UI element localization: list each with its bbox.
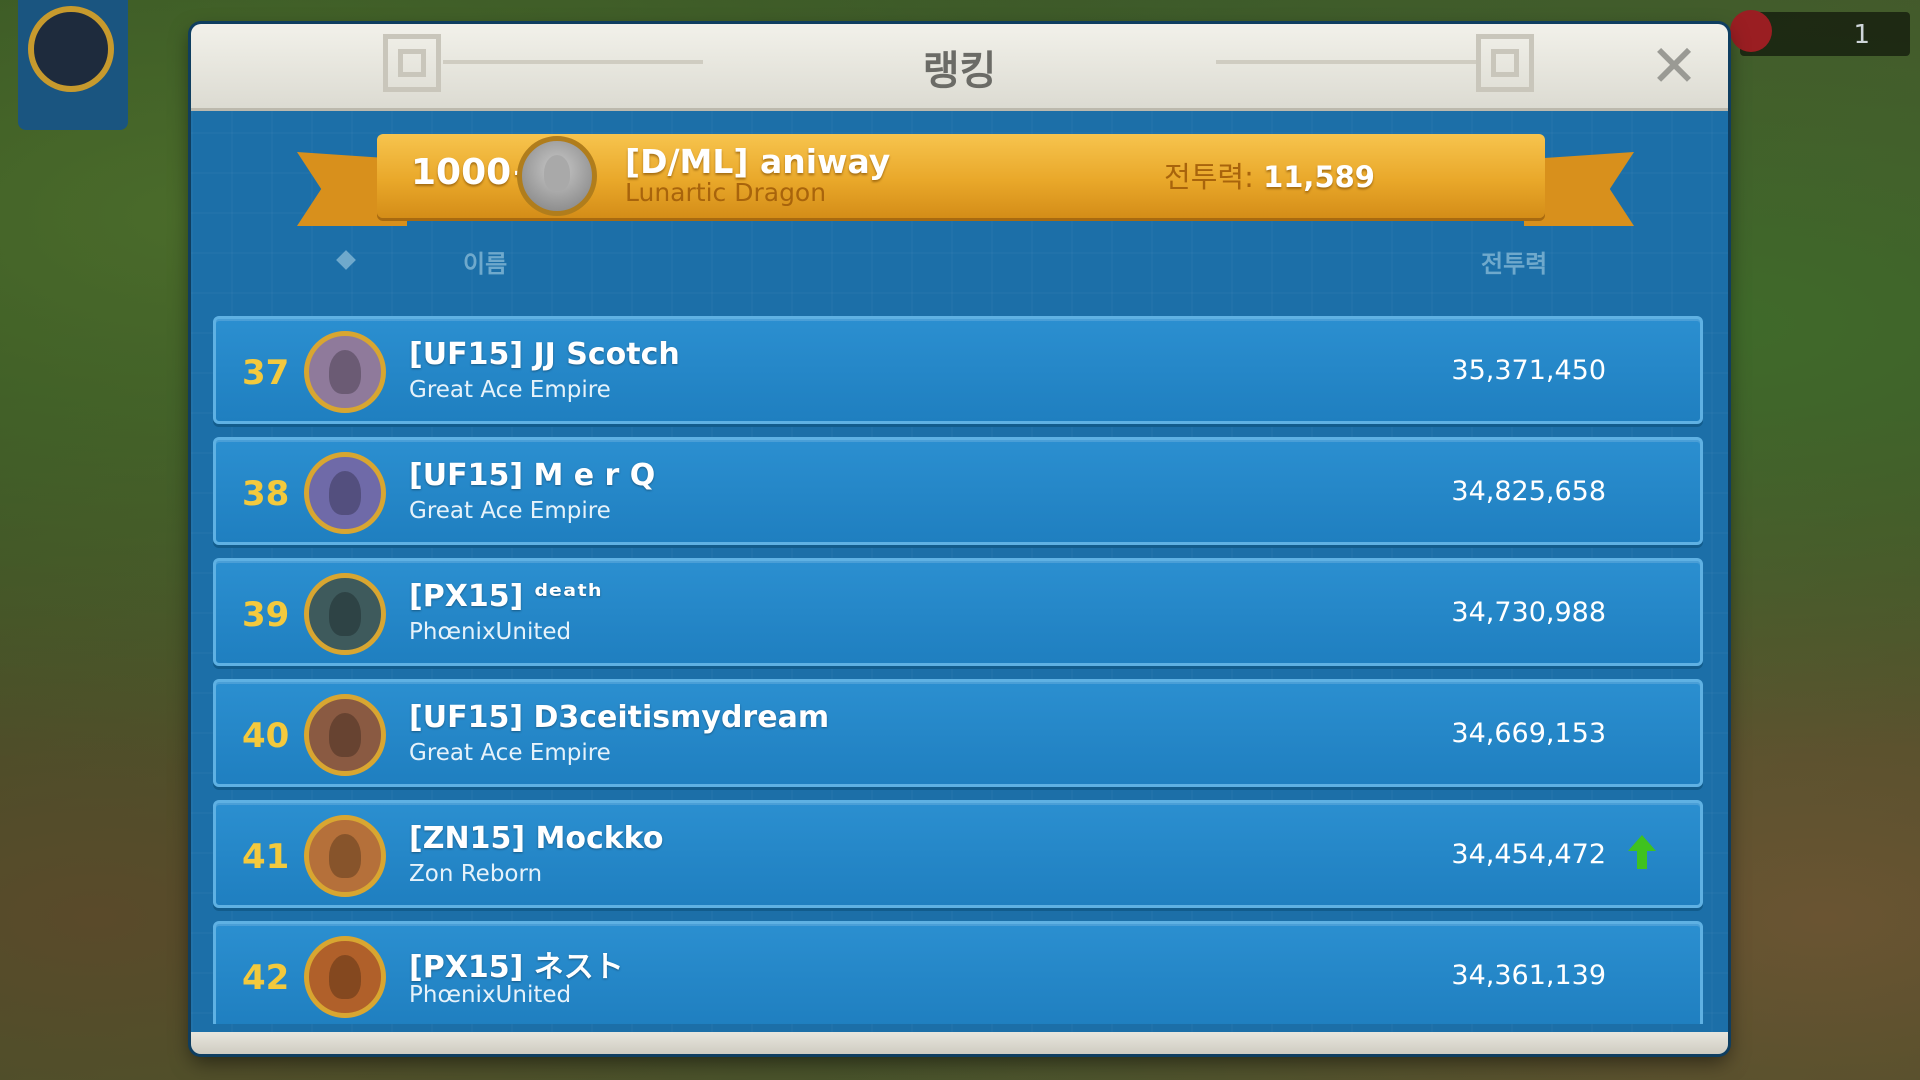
my-avatar [517, 136, 597, 216]
my-rank-ribbon[interactable]: 1000+ [D/ML] aniway Lunartic Dragon 전투력:… [377, 134, 1545, 218]
player-name: [PX15] ᵈᵉᵃᵗʰ [409, 579, 602, 614]
player-power: 34,361,139 [1451, 960, 1606, 991]
column-header-power[interactable]: 전투력 [1481, 244, 1547, 279]
title-bar: 랭킹 ✕ [191, 24, 1728, 111]
guild-name: PhœnixUnited [409, 619, 572, 645]
ranking-row[interactable]: 37 [UF15] JJ Scotch Great Ace Empire 35,… [213, 316, 1703, 424]
player-avatar[interactable] [304, 694, 386, 776]
player-avatar[interactable] [304, 815, 386, 897]
player-power: 34,825,658 [1451, 476, 1606, 507]
column-header-name[interactable]: 이름 [463, 244, 507, 279]
panel-bottom-bar [191, 1032, 1728, 1054]
ranking-panel: 랭킹 ✕ 1000+ [D/ML] aniway Lunartic Dragon… [191, 24, 1728, 1054]
ranking-row[interactable]: 39 [PX15] ᵈᵉᵃᵗʰ PhœnixUnited 34,730,988 [213, 558, 1703, 666]
rank-up-arrow-icon [1628, 835, 1656, 869]
row-rank: 38 [242, 474, 290, 514]
player-avatar[interactable] [304, 452, 386, 534]
panel-title: 랭킹 [922, 48, 997, 94]
my-guild: Lunartic Dragon [625, 178, 827, 207]
ranking-row[interactable]: 42 [PX15] ネスト PhœnixUnited 34,361,139 [213, 921, 1703, 1024]
my-power-label: 전투력: [1164, 160, 1264, 194]
my-name: [D/ML] aniway [625, 142, 891, 181]
ranking-row[interactable]: 40 [UF15] D3ceitismydream Great Ace Empi… [213, 679, 1703, 787]
guild-name: Great Ace Empire [409, 498, 611, 524]
ranking-list[interactable]: 37 [UF15] JJ Scotch Great Ace Empire 35,… [213, 294, 1703, 1024]
player-power: 34,730,988 [1451, 597, 1606, 628]
guild-name: Great Ace Empire [409, 377, 611, 403]
player-avatar[interactable] [304, 331, 386, 413]
player-name: [PX15] ネスト [409, 950, 624, 985]
player-power: 34,669,153 [1451, 718, 1606, 749]
my-power-value: 11,589 [1263, 160, 1375, 194]
close-icon[interactable]: ✕ [1646, 37, 1702, 95]
player-name: [UF15] M e r Q [409, 458, 656, 493]
hud-counter: 1 [1853, 20, 1870, 50]
ranking-row[interactable]: 38 [UF15] M e r Q Great Ace Empire 34,82… [213, 437, 1703, 545]
player-power: 35,371,450 [1451, 355, 1606, 386]
row-rank: 40 [242, 716, 290, 756]
player-avatar[interactable] [304, 573, 386, 655]
row-rank: 37 [242, 353, 290, 393]
guild-name: Great Ace Empire [409, 740, 611, 766]
player-name: [ZN15] Mockko [409, 821, 664, 856]
player-name: [UF15] D3ceitismydream [409, 700, 830, 735]
hud-profile[interactable] [18, 0, 128, 130]
row-rank: 42 [242, 958, 290, 998]
player-avatar[interactable] [304, 936, 386, 1018]
guild-name: Zon Reborn [409, 861, 543, 887]
hud-avatar [28, 6, 114, 92]
guild-name: PhœnixUnited [409, 982, 572, 1008]
hud-resource: 1 [1730, 10, 1910, 56]
player-power: 34,454,472 [1451, 839, 1606, 870]
gem-icon [1730, 10, 1772, 52]
row-rank: 39 [242, 595, 290, 635]
player-name: [UF15] JJ Scotch [409, 337, 680, 372]
ranking-row[interactable]: 41 [ZN15] Mockko Zon Reborn 34,454,472 [213, 800, 1703, 908]
row-rank: 41 [242, 837, 290, 877]
my-power: 전투력: 11,589 [1164, 154, 1375, 196]
